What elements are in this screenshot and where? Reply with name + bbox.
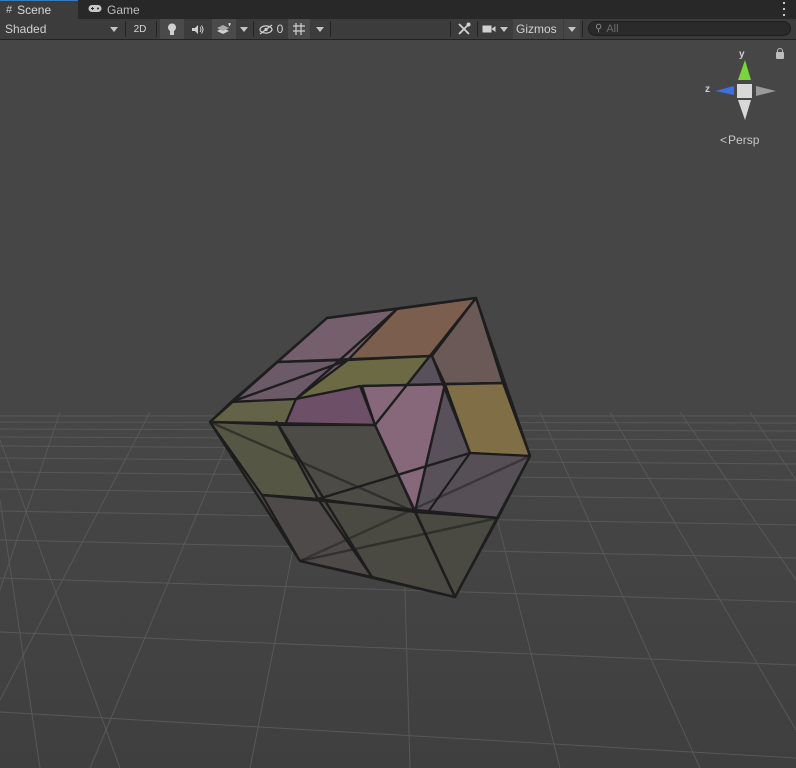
tab-scene[interactable]: # Scene <box>0 0 78 19</box>
chevron-down-icon <box>568 26 576 32</box>
wrench-screwdriver-icon <box>458 22 471 35</box>
camera-icon <box>482 25 496 33</box>
toolbar-divider <box>477 21 478 37</box>
hidden-eye-icon <box>259 24 273 34</box>
y-axis-cone[interactable] <box>738 60 751 80</box>
gamepad-icon <box>88 4 102 16</box>
camera-dropdown-button[interactable] <box>497 19 511 39</box>
effects-toggle-button[interactable] <box>212 19 236 39</box>
toolbar-divider <box>330 21 331 37</box>
shading-mode-value: Shaded <box>5 22 47 36</box>
lighting-toggle-button[interactable] <box>160 19 184 39</box>
lightbulb-icon <box>168 23 176 35</box>
search-icon: ⚲ <box>595 23 603 34</box>
x-axis-cone[interactable] <box>756 86 776 96</box>
chevron-down-icon <box>316 26 324 32</box>
tab-game[interactable]: Game <box>82 0 146 19</box>
grid-icon: # <box>6 4 13 16</box>
layers-effects-icon <box>217 22 231 34</box>
neg-y-axis-cone[interactable] <box>738 100 751 120</box>
speaker-icon <box>192 24 204 34</box>
gizmo-y-label: y <box>739 49 745 60</box>
grid-toggle-button[interactable] <box>288 19 310 39</box>
search-input[interactable] <box>606 22 777 35</box>
hidden-count: 0 <box>276 22 284 36</box>
audio-toggle-button[interactable] <box>186 19 210 39</box>
gizmos-toggle-button[interactable]: Gizmos <box>513 19 563 39</box>
more-options-icon[interactable] <box>782 2 786 16</box>
chevron-down-icon <box>240 26 248 32</box>
scene-view-window: # Scene Game Shaded 2D 0 Gizmos ⚲ All y … <box>0 0 796 768</box>
chevron-down-icon <box>500 26 508 32</box>
lock-icon[interactable] <box>776 48 784 59</box>
toolbar-divider <box>582 21 583 37</box>
tab-bar: # Scene Game <box>0 0 796 19</box>
toolbar-divider <box>125 21 126 37</box>
z-axis-cone[interactable] <box>715 86 734 95</box>
scene-viewport[interactable]: y z < Persp <box>0 40 796 768</box>
perspective-icon: < <box>720 133 728 147</box>
gizmo-z-label: z <box>705 84 710 95</box>
tab-scene-label: Scene <box>17 3 52 17</box>
grid-dropdown-button[interactable] <box>312 19 328 39</box>
tab-game-label: Game <box>107 2 140 17</box>
scene-toolbar: Shaded 2D 0 Gizmos ⚲ All <box>0 19 796 40</box>
gizmos-dropdown-button[interactable] <box>564 19 580 39</box>
projection-toggle[interactable]: < Persp <box>720 133 759 147</box>
effects-dropdown-button[interactable] <box>236 19 252 39</box>
scene-visibility-toggle-button[interactable]: 0 <box>256 19 286 39</box>
scene-canvas <box>0 60 796 768</box>
toolbar-divider <box>156 21 157 37</box>
orientation-gizmo[interactable] <box>715 60 776 120</box>
camera-settings-button[interactable] <box>480 19 498 39</box>
2d-toggle-button[interactable]: 2D <box>127 19 153 39</box>
toolbar-divider <box>253 21 254 37</box>
grid-snap-icon <box>293 23 305 35</box>
search-field[interactable]: ⚲ <box>588 21 791 36</box>
gizmo-center-cube[interactable] <box>737 84 752 98</box>
projection-label: Persp <box>728 133 760 147</box>
toolbar-divider <box>450 21 451 37</box>
chevron-down-icon <box>110 26 118 32</box>
shading-mode-dropdown[interactable]: Shaded <box>0 19 124 39</box>
tools-button[interactable] <box>452 19 476 39</box>
